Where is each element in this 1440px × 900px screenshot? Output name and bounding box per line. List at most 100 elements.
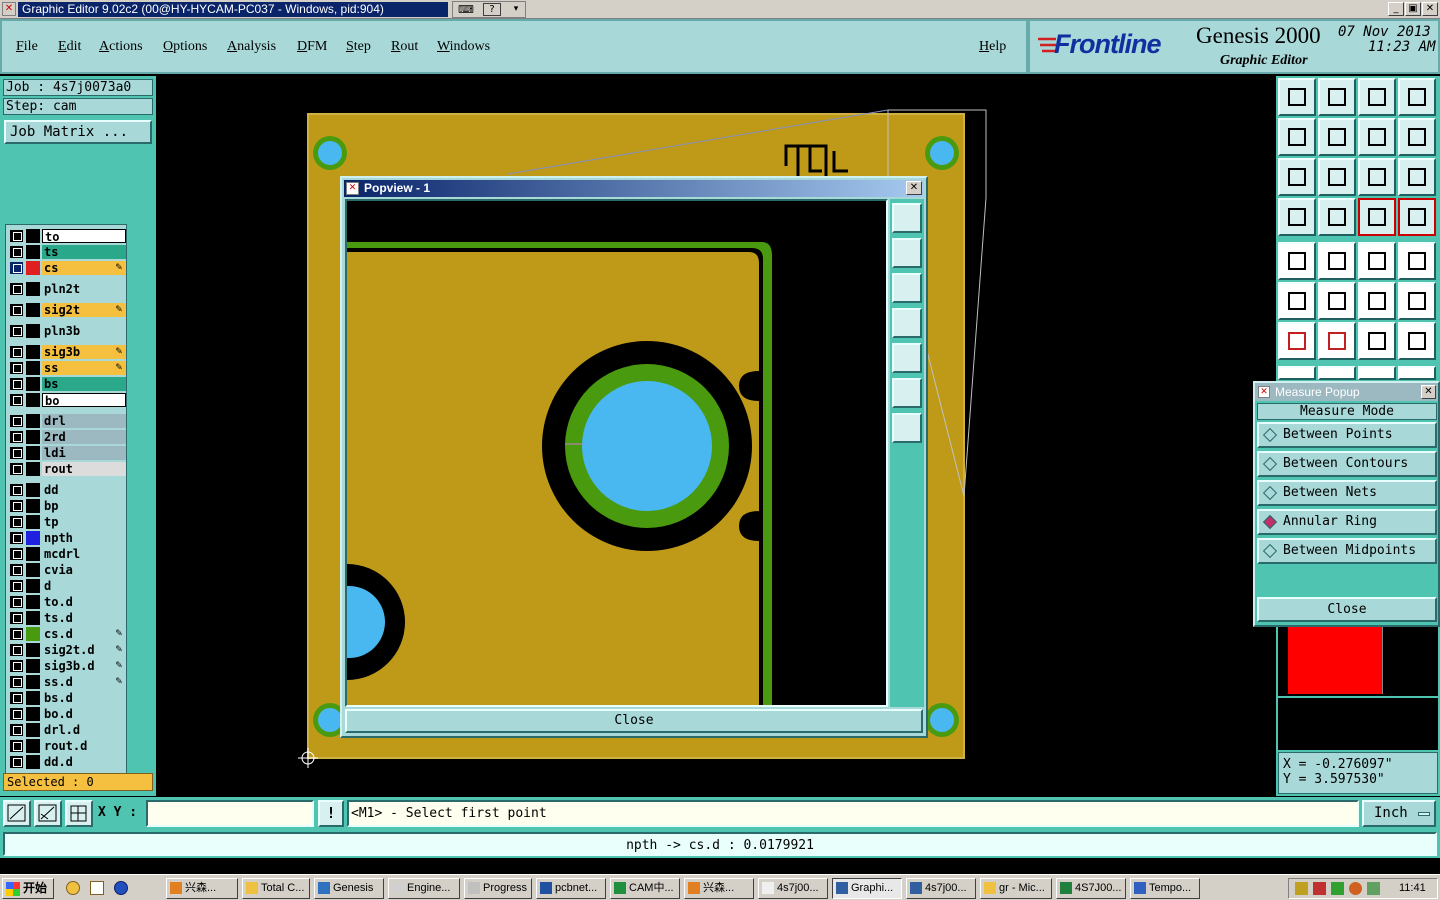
layer-checkbox[interactable] — [10, 362, 23, 374]
taskbar-item[interactable]: Tempo... — [1130, 878, 1200, 899]
layer-checkbox[interactable] — [10, 724, 23, 736]
layer-row-ts[interactable]: ts — [8, 245, 126, 259]
layer-row-sig3b[interactable]: sig3b ✎ — [8, 345, 126, 359]
home-icon[interactable] — [1358, 78, 1396, 116]
cross-icon[interactable] — [1318, 282, 1356, 320]
select-icon[interactable] — [1278, 242, 1316, 280]
layer-color-swatch[interactable] — [26, 515, 40, 529]
layer-checkbox[interactable] — [10, 628, 23, 640]
layer-color-swatch[interactable] — [26, 739, 40, 753]
layer-color-swatch[interactable] — [26, 377, 40, 391]
taskbar-item[interactable]: Graphi... — [832, 878, 902, 899]
layer-name[interactable]: ts — [42, 245, 126, 259]
layer-color-swatch[interactable] — [26, 261, 40, 275]
layer-checkbox[interactable] — [10, 500, 23, 512]
snake-icon[interactable] — [1398, 118, 1436, 156]
close-window-button[interactable]: ✕ — [1422, 2, 1438, 16]
layer-row-rout[interactable]: rout — [8, 462, 126, 476]
layer-color-swatch[interactable] — [26, 627, 40, 641]
scale-icon[interactable] — [1358, 158, 1396, 196]
measure-tool-icon[interactable] — [34, 800, 62, 827]
layer-name[interactable]: to — [42, 229, 126, 244]
layer-color-swatch[interactable] — [26, 547, 40, 561]
start-button[interactable]: 开始 — [2, 878, 54, 899]
layer-name[interactable]: npth — [42, 531, 126, 545]
layer-color-swatch[interactable] — [26, 393, 40, 407]
layer-color-swatch[interactable] — [26, 282, 40, 296]
layer-checkbox[interactable] — [10, 262, 23, 274]
layer-row-to-d[interactable]: to.d — [8, 595, 126, 609]
layer-color-swatch[interactable] — [26, 563, 40, 577]
layer-checkbox[interactable] — [10, 612, 23, 624]
taskbar-item[interactable]: 4S7J00... — [1056, 878, 1126, 899]
taskbar-item[interactable]: Progress — [464, 878, 532, 899]
measure-popup[interactable]: ✕ Measure Popup ✕ Measure Mode Close Bet… — [1253, 381, 1440, 627]
layer-color-swatch[interactable] — [26, 446, 40, 460]
measure-close-icon[interactable]: ✕ — [1421, 385, 1436, 399]
layer-name[interactable]: bs.d — [42, 691, 126, 705]
layer-name[interactable]: ts.d — [42, 611, 126, 625]
layer-row-dd-d[interactable]: dd.d — [8, 755, 126, 769]
layer-checkbox[interactable] — [10, 516, 23, 528]
ql-clock-icon[interactable] — [66, 881, 80, 895]
taskbar-item[interactable]: Engine... — [388, 878, 460, 899]
menu-file[interactable]: File — [16, 39, 38, 55]
layer-row-dd[interactable]: dd — [8, 483, 126, 497]
layer-row-sig2t[interactable]: sig2t ✎ — [8, 303, 126, 317]
layer-name[interactable]: d — [42, 579, 126, 593]
taskbar-item[interactable]: Total C... — [242, 878, 310, 899]
move-right-icon[interactable] — [1318, 118, 1356, 156]
layer-row-drl[interactable]: drl — [8, 414, 126, 428]
layer-color-swatch[interactable] — [26, 483, 40, 497]
layer-row-cs[interactable]: cs ✎ — [8, 261, 126, 275]
tray-app-icon-2[interactable] — [1313, 882, 1326, 895]
layer-name[interactable]: tp — [42, 515, 126, 529]
units-button[interactable]: Inch — [1362, 800, 1436, 827]
layer-name[interactable]: to.d — [42, 595, 126, 609]
layer-color-swatch[interactable] — [26, 675, 40, 689]
layer-row-bo-d[interactable]: bo.d — [8, 707, 126, 721]
measure-option-annular-ring[interactable]: Annular Ring — [1257, 509, 1437, 535]
layer-checkbox[interactable] — [10, 415, 23, 427]
tool-row8-icon-3[interactable] — [1398, 366, 1436, 380]
text-f-icon[interactable] — [1398, 322, 1436, 360]
help-icon[interactable]: ? — [483, 3, 501, 16]
layer-checkbox[interactable] — [10, 676, 23, 688]
layer-checkbox[interactable] — [10, 580, 23, 592]
tray-app-icon-3[interactable] — [1331, 882, 1344, 895]
flip-icon[interactable] — [1358, 118, 1396, 156]
layer-row-cs-d[interactable]: cs.d ✎ — [8, 627, 126, 641]
pan-down-icon[interactable] — [892, 273, 922, 303]
taskbar-item[interactable]: 4s7j00... — [906, 878, 976, 899]
pan-right-icon[interactable] — [892, 343, 922, 373]
layer-row-cvia[interactable]: cvia — [8, 563, 126, 577]
layer-row-ss-d[interactable]: ss.d ✎ — [8, 675, 126, 689]
layer-checkbox[interactable] — [10, 564, 23, 576]
tool-row8-icon-0[interactable] — [1278, 366, 1316, 380]
layer-name[interactable]: 2rd — [42, 430, 126, 444]
layer-color-swatch[interactable] — [26, 691, 40, 705]
layer-row-pln3b[interactable]: pln3b — [8, 324, 126, 338]
layer-checkbox[interactable] — [10, 431, 23, 443]
layer-row-mcdrl[interactable]: mcdrl — [8, 547, 126, 561]
layer-name[interactable]: ldi — [42, 446, 126, 460]
layer-color-swatch[interactable] — [26, 361, 40, 375]
measure-option-between-nets[interactable]: Between Nets — [1257, 480, 1437, 506]
menu-dfm[interactable]: DFM — [297, 39, 327, 55]
point-icon[interactable] — [1398, 242, 1436, 280]
tool-row8-icon-2[interactable] — [1358, 366, 1396, 380]
menu-options[interactable]: Options — [163, 39, 207, 55]
layer-row-ss[interactable]: ss ✎ — [8, 361, 126, 375]
help-tool-icon[interactable] — [1398, 158, 1436, 196]
tray-app-icon[interactable] — [1295, 882, 1308, 895]
layer-row-sig2t-d[interactable]: sig2t.d ✎ — [8, 643, 126, 657]
layer-checkbox[interactable] — [10, 447, 23, 459]
alert-icon[interactable]: ! — [318, 800, 344, 827]
layer-checkbox[interactable] — [10, 304, 23, 316]
move-left-icon[interactable] — [1278, 118, 1316, 156]
layer-name[interactable]: rout.d — [42, 739, 126, 753]
measure-option-between-points[interactable]: Between Points — [1257, 422, 1437, 448]
ql-notepad-icon[interactable] — [90, 881, 104, 895]
layer-name[interactable]: bs — [42, 377, 126, 391]
layer-checkbox[interactable] — [10, 463, 23, 475]
